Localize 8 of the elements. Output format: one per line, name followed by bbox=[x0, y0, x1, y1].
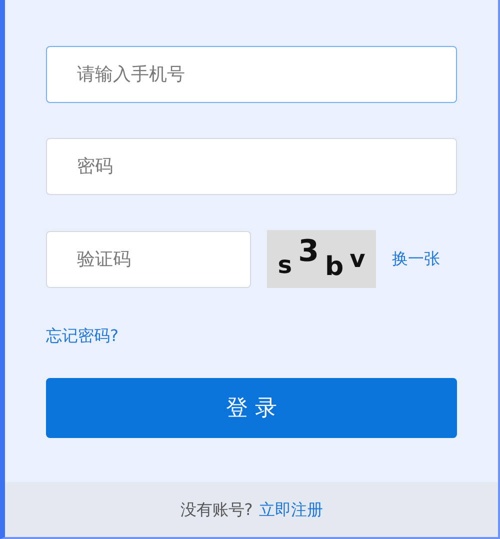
input-field[interactable]: 密码 bbox=[46, 138, 457, 195]
input-field[interactable]: 请输入手机号 bbox=[46, 46, 457, 103]
footer-text: 没有账号? bbox=[180, 498, 253, 520]
register-link[interactable]: 立即注册 bbox=[258, 498, 323, 522]
forgot-password-link[interactable]: 忘记密码? bbox=[46, 324, 118, 348]
refresh-link[interactable]: 换一张 bbox=[392, 247, 440, 271]
login-button[interactable]: 登 录 bbox=[46, 378, 457, 438]
captcha-field[interactable]: 验证码 bbox=[46, 230, 251, 288]
